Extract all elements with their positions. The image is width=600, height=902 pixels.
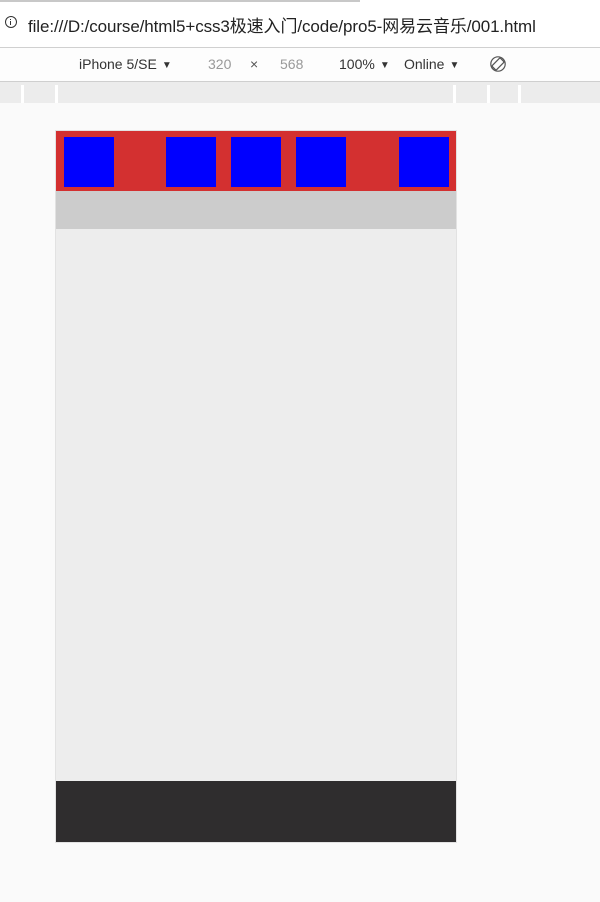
media-query-bar[interactable] <box>0 82 600 103</box>
height-input[interactable]: 568 <box>280 56 303 72</box>
header-box <box>399 137 449 187</box>
address-bar: file:///D:/course/html5+css3极速入门/code/pr… <box>0 0 600 48</box>
header-box <box>64 137 114 187</box>
dimension-separator: × <box>250 56 259 72</box>
zoom-select-label: 100% <box>339 56 375 72</box>
app-content <box>56 229 456 781</box>
zoom-select[interactable]: 100% ▼ <box>339 56 390 72</box>
media-query-marker[interactable] <box>518 85 521 103</box>
device-select-label: iPhone 5/SE <box>79 56 157 72</box>
media-query-marker[interactable] <box>21 85 24 103</box>
device-select[interactable]: iPhone 5/SE ▼ <box>79 56 172 72</box>
media-query-marker[interactable] <box>487 85 490 103</box>
width-input[interactable]: 320 <box>208 56 231 72</box>
app-footer <box>56 781 456 842</box>
tab-strip-edge <box>0 0 360 2</box>
info-icon[interactable] <box>5 16 17 28</box>
throttle-select-label: Online <box>404 56 445 72</box>
app-subbar <box>56 191 456 229</box>
device-viewport <box>56 131 456 842</box>
header-box <box>296 137 346 187</box>
throttle-select[interactable]: Online ▼ <box>404 56 459 72</box>
caret-down-icon: ▼ <box>449 60 460 71</box>
caret-down-icon: ▼ <box>379 60 390 71</box>
caret-down-icon: ▼ <box>161 60 172 71</box>
rotate-icon[interactable] <box>489 55 507 73</box>
app-header <box>56 131 456 191</box>
device-toolbar: iPhone 5/SE ▼ 320 × 568 100% ▼ Online ▼ <box>0 48 600 82</box>
header-box <box>231 137 281 187</box>
header-box <box>166 137 216 187</box>
media-query-marker[interactable] <box>55 85 58 103</box>
url-text[interactable]: file:///D:/course/html5+css3极速入门/code/pr… <box>28 12 536 37</box>
media-query-marker[interactable] <box>453 85 456 103</box>
